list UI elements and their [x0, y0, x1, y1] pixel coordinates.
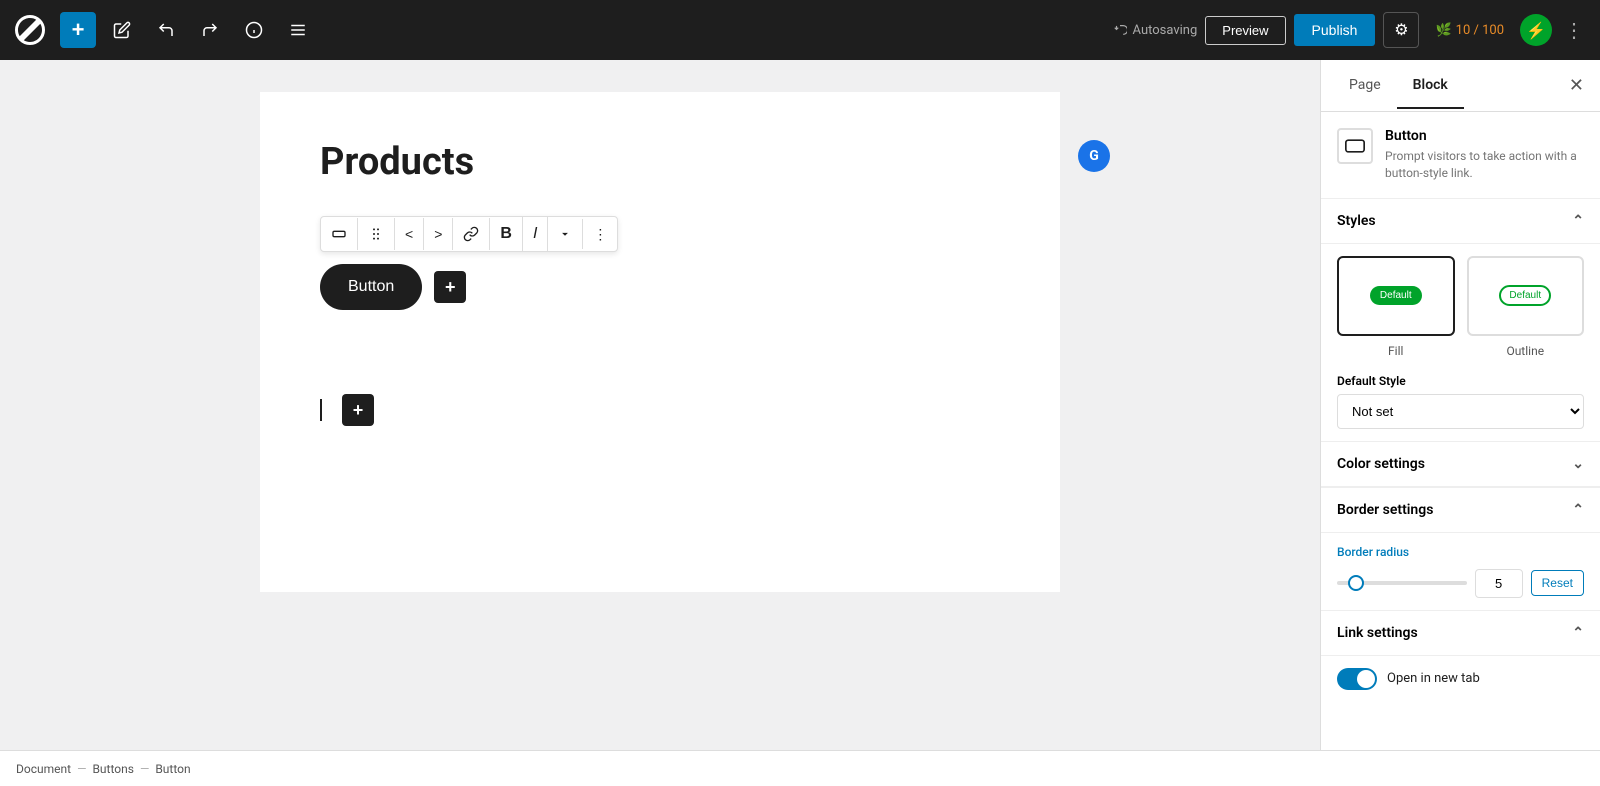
main-area: Products G < > B I ⋮: [0, 60, 1600, 750]
block-name: Button: [1385, 128, 1584, 144]
tab-block[interactable]: Block: [1397, 63, 1464, 109]
block-options-button[interactable]: ⋮: [583, 218, 617, 251]
collaborator-avatar: G: [1078, 140, 1110, 172]
style-option-fill: Default Fill: [1337, 256, 1455, 358]
link-settings-header[interactable]: Link settings ⌃: [1321, 611, 1600, 656]
toggle-knob: [1357, 670, 1375, 688]
color-settings-section: Color settings ⌄: [1321, 442, 1600, 488]
sidebar: Page Block ✕ Button Prompt visitors to t…: [1320, 60, 1600, 750]
breadcrumb-bar: Document — Buttons — Button: [0, 750, 1600, 786]
autosaving-indicator: Autosaving: [1113, 23, 1198, 38]
style-options: Default Fill Default Outline: [1337, 256, 1584, 358]
info-button[interactable]: [236, 12, 272, 48]
border-radius-label: Border radius: [1337, 545, 1584, 559]
link-content: Open in new tab: [1321, 656, 1600, 702]
styles-section: Styles ⌃ Default Fill Default Ou: [1321, 199, 1600, 442]
style-preview-outline[interactable]: Default: [1467, 256, 1585, 336]
cursor-area: +: [320, 390, 1000, 430]
style-option-outline: Default Outline: [1467, 256, 1585, 358]
link-chevron: ⌃: [1572, 625, 1584, 641]
sidebar-close-button[interactable]: ✕: [1565, 71, 1588, 100]
breadcrumb-buttons[interactable]: Buttons: [92, 762, 134, 776]
text-cursor: [320, 399, 322, 421]
color-chevron: ⌄: [1572, 456, 1584, 472]
editor-area: Products G < > B I ⋮: [0, 60, 1320, 750]
border-settings-header[interactable]: Border settings ⌃: [1321, 488, 1600, 533]
open-new-tab-row: Open in new tab: [1337, 668, 1584, 690]
link-settings-section: Link settings ⌃ Open in new tab: [1321, 611, 1600, 702]
page-title: Products: [320, 140, 1000, 184]
styles-header[interactable]: Styles ⌃: [1321, 199, 1600, 244]
style-preview-fill[interactable]: Default: [1337, 256, 1455, 336]
block-bold-button[interactable]: B: [490, 217, 523, 251]
tab-page[interactable]: Page: [1333, 63, 1397, 109]
reset-border-radius-button[interactable]: Reset: [1531, 570, 1584, 596]
border-radius-row: Reset: [1337, 569, 1584, 598]
toolbar-right: Autosaving Preview Publish ⚙ 🌿 10 / 100 …: [1113, 12, 1588, 48]
open-new-tab-toggle[interactable]: [1337, 668, 1377, 690]
performance-button[interactable]: ⚡: [1520, 14, 1552, 46]
color-settings-header[interactable]: Color settings ⌄: [1321, 442, 1600, 487]
fill-label: Fill: [1388, 344, 1403, 358]
button-block-area: Button +: [320, 264, 1000, 310]
block-next-button[interactable]: >: [424, 218, 453, 250]
styles-content: Default Fill Default Outline Default Sty…: [1321, 244, 1600, 442]
editor-canvas: Products G < > B I ⋮: [260, 92, 1060, 592]
block-icon: [1337, 128, 1373, 164]
fill-preview-btn: Default: [1370, 286, 1422, 305]
demo-button[interactable]: Button: [320, 264, 422, 310]
block-link-button[interactable]: [453, 218, 490, 250]
top-toolbar: + Autosaving Preview Publish ⚙ 🌿 10 / 10…: [0, 0, 1600, 60]
default-style-heading: Default Style: [1337, 374, 1584, 388]
wp-logo[interactable]: [12, 12, 48, 48]
block-info-section: Button Prompt visitors to take action wi…: [1321, 112, 1600, 199]
block-description: Prompt visitors to take action with a bu…: [1385, 148, 1584, 182]
breadcrumb-button[interactable]: Button: [155, 762, 190, 776]
outline-preview-btn: Default: [1499, 285, 1551, 306]
list-view-button[interactable]: [280, 12, 316, 48]
settings-button[interactable]: ⚙: [1383, 12, 1419, 48]
block-more-formatting-button[interactable]: [548, 219, 583, 249]
outline-label: Outline: [1506, 344, 1544, 358]
border-settings-section: Border settings ⌃ Border radius Reset: [1321, 488, 1600, 611]
border-radius-input[interactable]: [1475, 569, 1523, 598]
yoast-score-badge[interactable]: 🌿 10 / 100: [1427, 19, 1512, 42]
default-style-select[interactable]: Not set Fill Outline: [1337, 394, 1584, 429]
redo-button[interactable]: [192, 12, 228, 48]
open-new-tab-label: Open in new tab: [1387, 671, 1480, 686]
block-align-button[interactable]: [321, 218, 358, 250]
sidebar-tabs: Page Block ✕: [1321, 60, 1600, 112]
add-button-after[interactable]: +: [434, 271, 466, 303]
block-italic-button[interactable]: I: [523, 217, 548, 251]
pencil-icon-button[interactable]: [104, 12, 140, 48]
publish-button[interactable]: Publish: [1294, 14, 1376, 46]
block-drag-handle[interactable]: [358, 218, 395, 250]
styles-chevron: ⌃: [1572, 213, 1584, 229]
border-content: Border radius Reset: [1321, 533, 1600, 611]
border-radius-slider[interactable]: [1337, 581, 1467, 585]
block-toolbar: < > B I ⋮: [320, 216, 618, 252]
preview-button[interactable]: Preview: [1205, 16, 1285, 45]
undo-button[interactable]: [148, 12, 184, 48]
breadcrumb-document[interactable]: Document: [16, 762, 71, 776]
border-chevron: ⌃: [1572, 502, 1584, 518]
block-prev-button[interactable]: <: [395, 218, 424, 250]
add-block-toolbar-button[interactable]: +: [60, 12, 96, 48]
add-block-below-button[interactable]: +: [342, 394, 374, 426]
breadcrumb-sep-1: —: [77, 762, 86, 776]
breadcrumb-sep-2: —: [140, 762, 149, 776]
more-options-button[interactable]: ⋮: [1560, 14, 1588, 47]
